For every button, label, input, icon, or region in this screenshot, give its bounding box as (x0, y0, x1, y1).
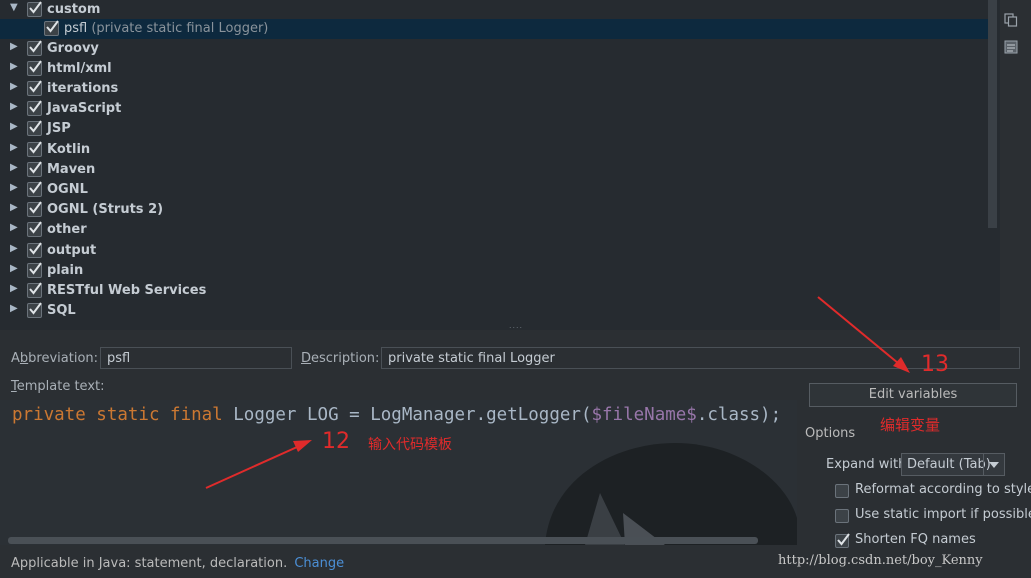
annotation-edit-vars-note: 编辑变量 (880, 416, 941, 434)
annotation-number-13: 13 (921, 352, 949, 377)
annotation-number-12: 12 (322, 429, 350, 454)
annotation-template-note: 输入代码模板 (368, 437, 452, 453)
annotation-arrows (205, 296, 910, 489)
watermark: http://blog.csdn.net/boy_Kenny (778, 553, 983, 568)
